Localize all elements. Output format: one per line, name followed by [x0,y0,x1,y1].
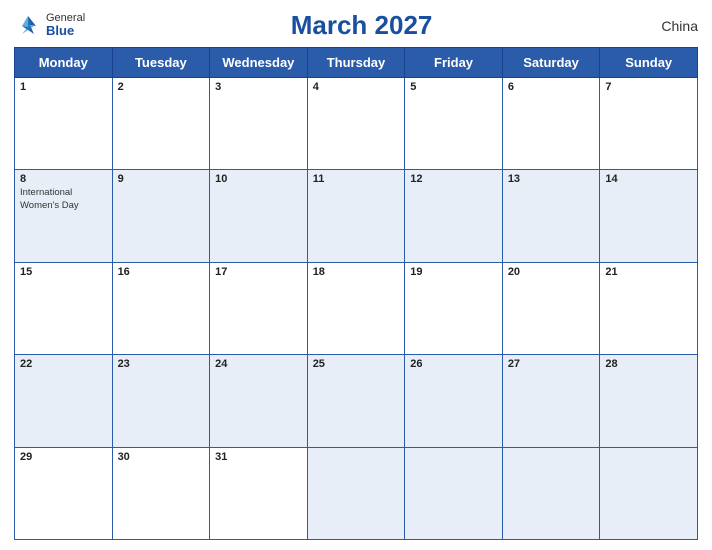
day-number: 22 [20,358,107,370]
logo: General Blue [14,12,85,40]
day-cell: 11 [307,170,405,262]
calendar-table: Monday Tuesday Wednesday Thursday Friday… [14,47,698,540]
day-cell: 18 [307,262,405,354]
day-cell: 6 [502,78,600,170]
day-number: 13 [508,173,595,185]
day-number: 17 [215,266,302,278]
day-cell: 1 [15,78,113,170]
day-number: 7 [605,81,692,93]
day-number: 11 [313,173,400,185]
day-number: 14 [605,173,692,185]
day-number: 18 [313,266,400,278]
calendar-header: General Blue March 2027 China [14,10,698,41]
header-saturday: Saturday [502,48,600,78]
day-cell: 14 [600,170,698,262]
day-number: 2 [118,81,205,93]
day-number: 23 [118,358,205,370]
header-sunday: Sunday [600,48,698,78]
day-number: 29 [20,451,107,463]
day-number: 30 [118,451,205,463]
day-cell: 16 [112,262,210,354]
event-text: International Women's Day [20,187,107,212]
day-number: 5 [410,81,497,93]
day-cell: 20 [502,262,600,354]
day-cell: 29 [15,447,113,539]
day-number: 20 [508,266,595,278]
day-cell: 19 [405,262,503,354]
day-number: 25 [313,358,400,370]
day-cell [502,447,600,539]
day-cell: 25 [307,355,405,447]
day-cell: 27 [502,355,600,447]
day-number: 16 [118,266,205,278]
day-cell: 30 [112,447,210,539]
day-cell [600,447,698,539]
logo-bird-icon [14,12,42,40]
day-cell: 7 [600,78,698,170]
week-row-5: 29 30 31 [15,447,698,539]
country-label: China [638,18,698,34]
day-cell: 31 [210,447,308,539]
day-number: 24 [215,358,302,370]
header-friday: Friday [405,48,503,78]
day-number: 8 [20,173,107,185]
week-row-4: 22 23 24 25 26 27 28 [15,355,698,447]
day-number: 9 [118,173,205,185]
day-number: 28 [605,358,692,370]
day-number: 3 [215,81,302,93]
day-cell: 2 [112,78,210,170]
logo-blue: Blue [46,24,85,38]
week-row-1: 1234567 [15,78,698,170]
week-row-3: 15 16 17 18 19 20 21 [15,262,698,354]
header-monday: Monday [15,48,113,78]
day-number: 10 [215,173,302,185]
day-cell: 12 [405,170,503,262]
day-cell: 9 [112,170,210,262]
day-number: 1 [20,81,107,93]
day-cell [405,447,503,539]
day-number: 12 [410,173,497,185]
day-cell: 13 [502,170,600,262]
day-number: 19 [410,266,497,278]
day-cell: 17 [210,262,308,354]
day-cell: 3 [210,78,308,170]
day-cell: 22 [15,355,113,447]
day-number: 6 [508,81,595,93]
day-cell: 24 [210,355,308,447]
day-cell: 4 [307,78,405,170]
day-number: 15 [20,266,107,278]
header-tuesday: Tuesday [112,48,210,78]
header-wednesday: Wednesday [210,48,308,78]
calendar-page: General Blue March 2027 China Monday Tue… [0,0,712,550]
days-header-row: Monday Tuesday Wednesday Thursday Friday… [15,48,698,78]
day-cell: 26 [405,355,503,447]
day-cell: 5 [405,78,503,170]
header-thursday: Thursday [307,48,405,78]
day-number: 21 [605,266,692,278]
day-number: 26 [410,358,497,370]
day-cell: 21 [600,262,698,354]
logo-text: General Blue [46,12,85,38]
day-number: 27 [508,358,595,370]
day-number: 4 [313,81,400,93]
day-cell: 15 [15,262,113,354]
calendar-title: March 2027 [85,10,638,41]
day-cell [307,447,405,539]
day-cell: 10 [210,170,308,262]
day-number: 31 [215,451,302,463]
day-cell: 28 [600,355,698,447]
day-cell: 8 International Women's Day [15,170,113,262]
day-cell: 23 [112,355,210,447]
week-row-2: 8 International Women's Day 9 10 11 12 13 14 [15,170,698,262]
